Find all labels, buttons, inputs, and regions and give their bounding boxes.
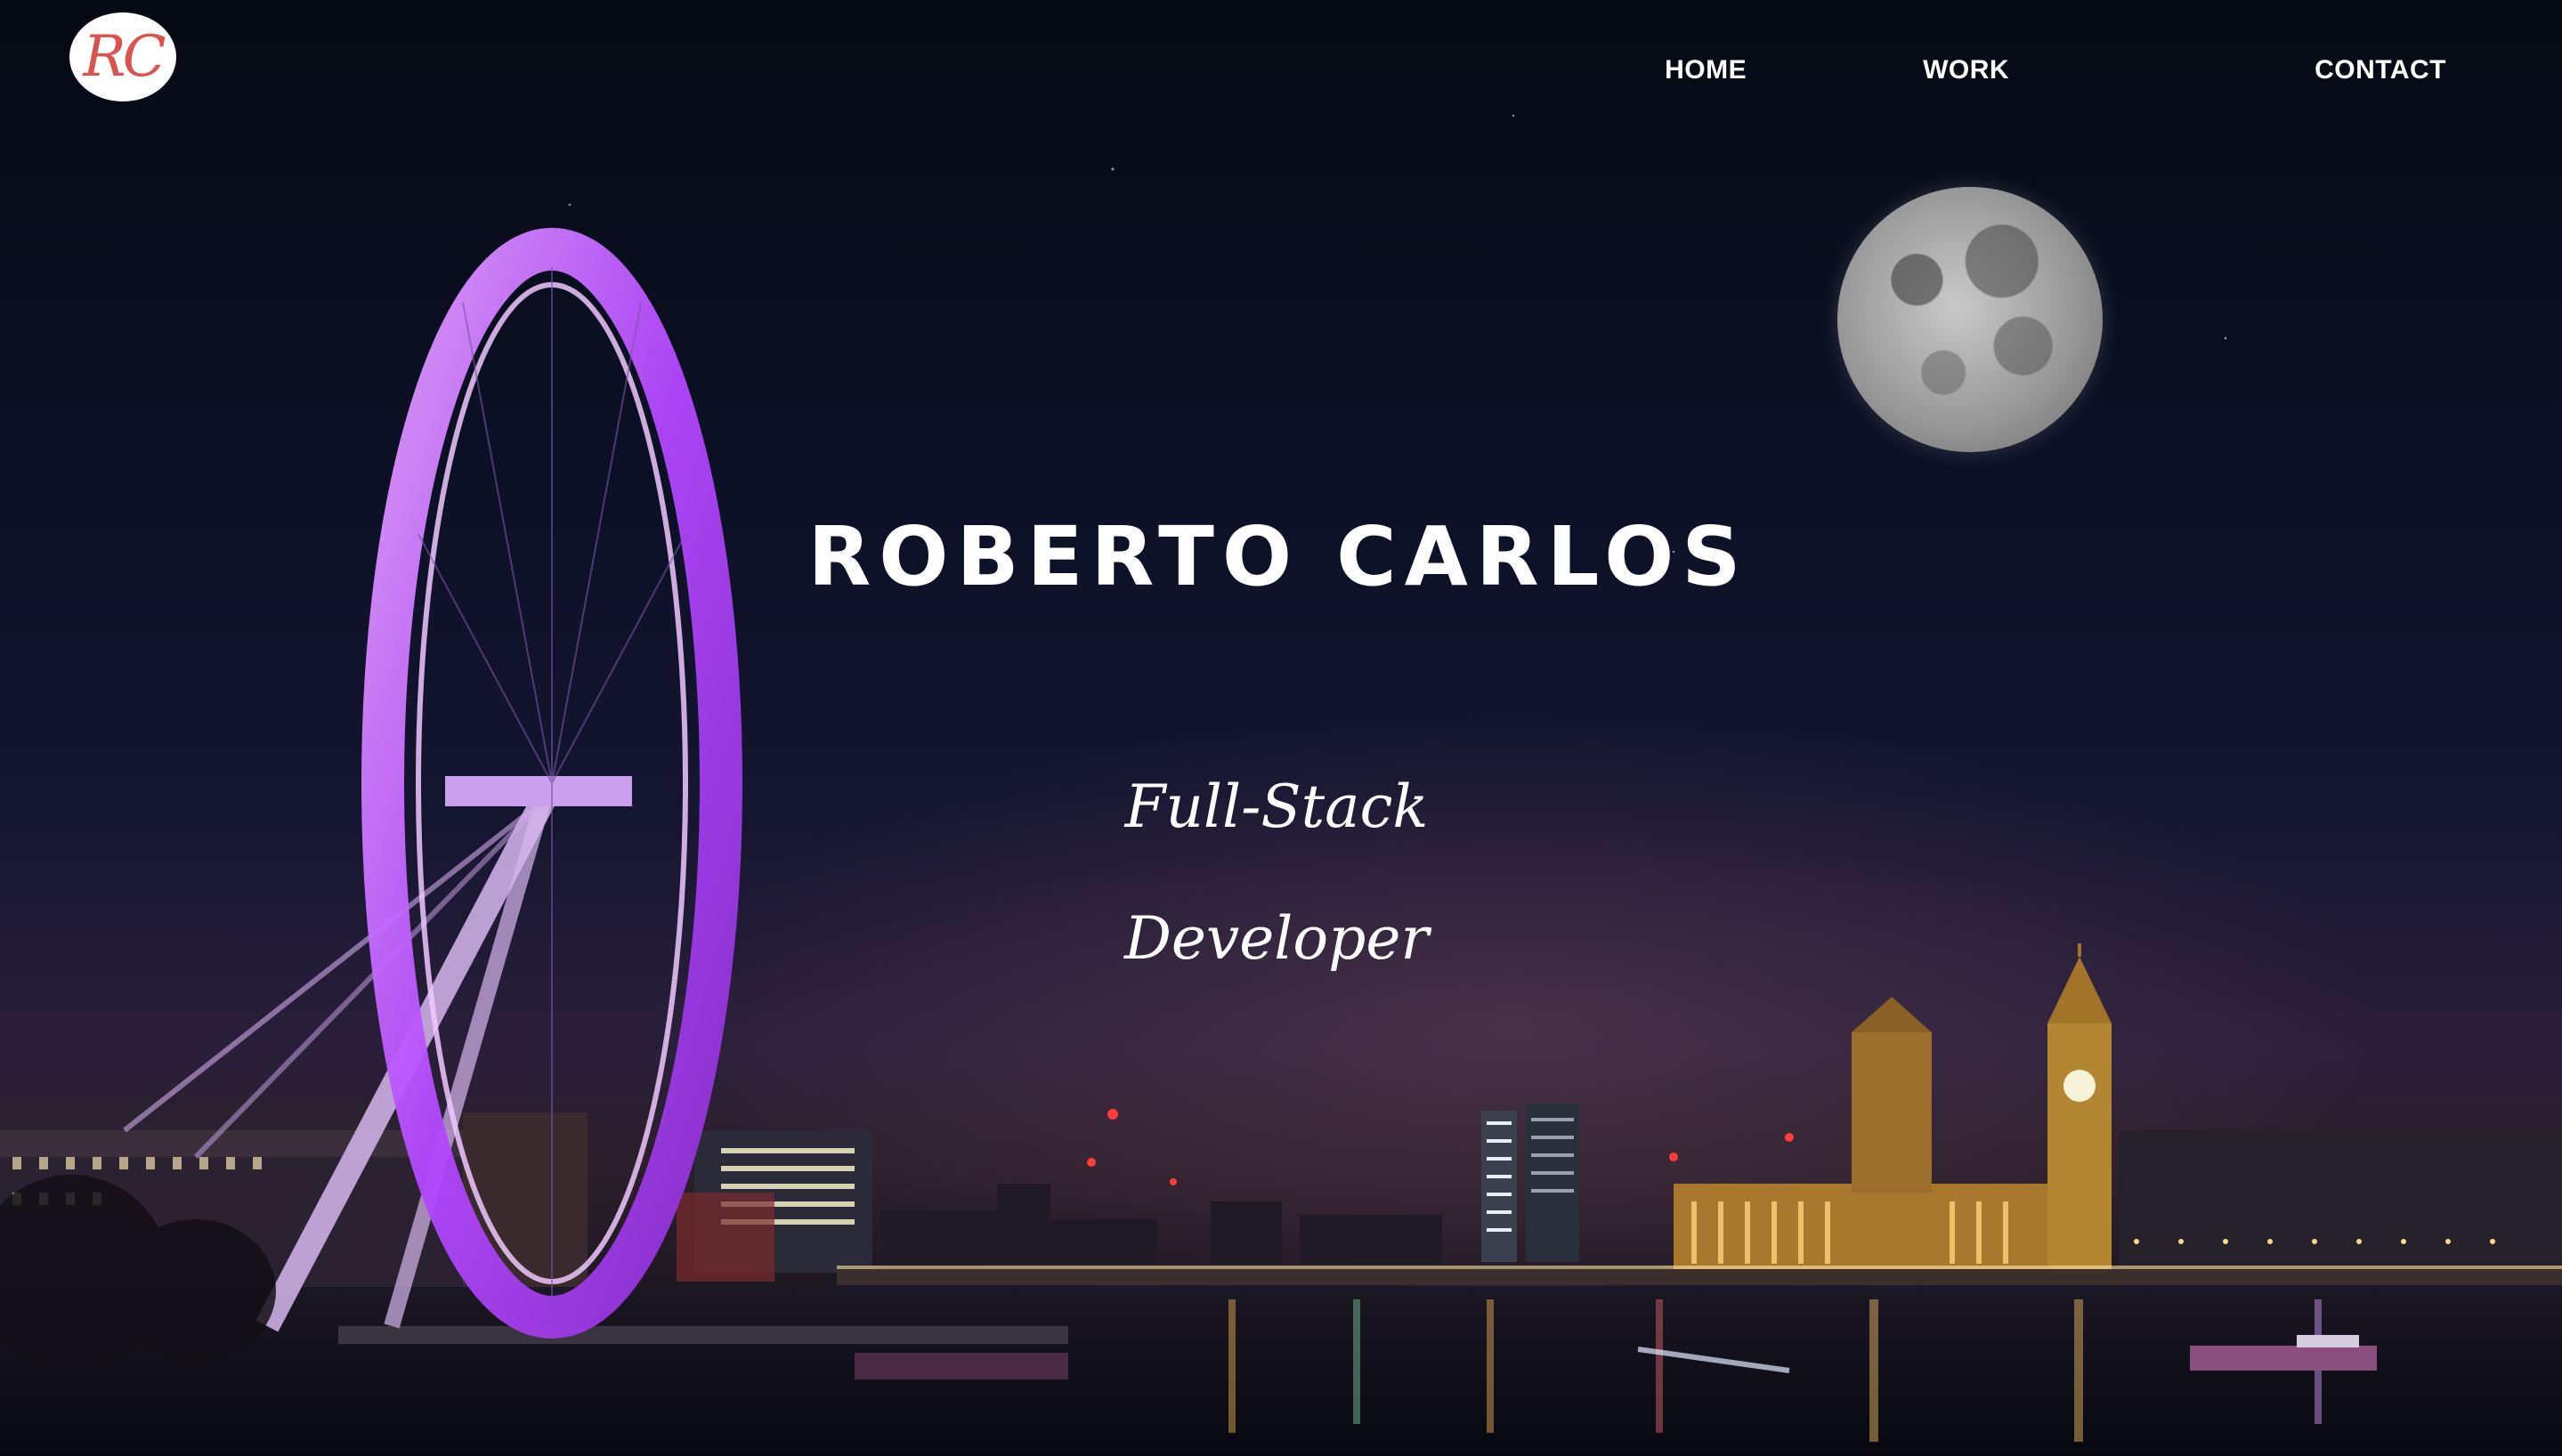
nav-link-home[interactable]: HOME	[1665, 55, 1747, 85]
logo-text: RC	[83, 24, 166, 90]
hero-page: RC HOME WORK CONTACT ROBERTO CARLOS Full…	[0, 0, 2562, 1456]
london-night-background	[0, 114, 2562, 1456]
crane-lights	[1087, 1109, 1794, 1185]
river-thames	[0, 1287, 2562, 1456]
nav-link-work[interactable]: WORK	[1923, 55, 2009, 85]
top-navigation: HOME WORK CONTACT	[1665, 55, 2446, 85]
nav-link-contact[interactable]: CONTACT	[2315, 55, 2446, 85]
skyscrapers	[1481, 1104, 1579, 1262]
site-logo[interactable]: RC	[69, 12, 176, 101]
hero-name: ROBERTO CARLOS	[807, 508, 1749, 604]
distant-skyline	[881, 1184, 1442, 1264]
hero-role-line-2: Developer	[1123, 904, 1430, 973]
hero-role-line-1: Full-Stack	[1124, 772, 1429, 841]
westminster-bridge	[837, 1266, 2562, 1285]
buildings-right	[2119, 1130, 2562, 1282]
moon-image	[1837, 187, 2103, 452]
big-ben-tower	[2047, 943, 2112, 1273]
houses-of-parliament	[1674, 997, 2047, 1273]
